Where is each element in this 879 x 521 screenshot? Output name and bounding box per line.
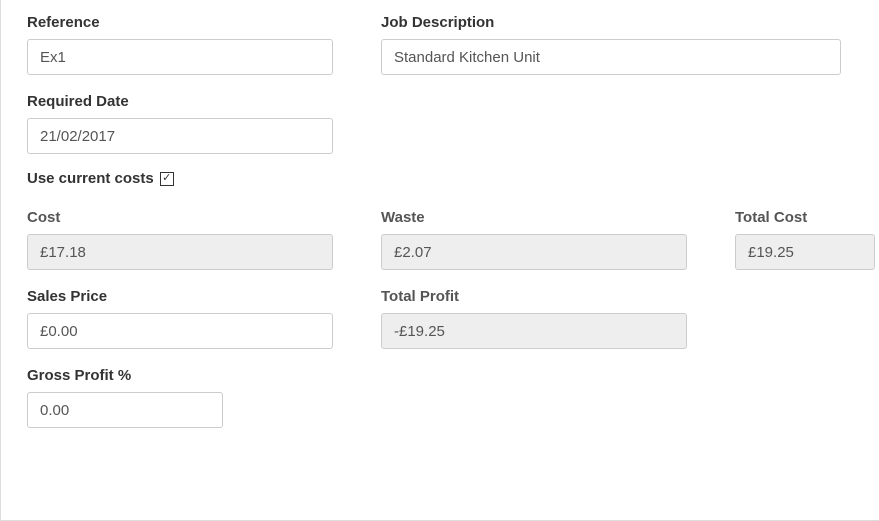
sales-price-group: Sales Price xyxy=(27,288,333,349)
cost-group: Cost xyxy=(27,209,333,270)
cost-input xyxy=(27,234,333,270)
waste-input xyxy=(381,234,687,270)
total-profit-group: Total Profit xyxy=(381,288,687,349)
gross-profit-input[interactable] xyxy=(27,392,223,428)
waste-group: Waste xyxy=(381,209,687,270)
job-description-group: Job Description xyxy=(381,14,879,75)
waste-label: Waste xyxy=(381,209,687,226)
row-salesprice-totalprofit: Sales Price Total Profit xyxy=(27,288,879,349)
reference-input[interactable] xyxy=(27,39,333,75)
row-cost-waste-total: Cost Waste Total Cost xyxy=(27,209,879,270)
reference-group: Reference xyxy=(27,14,333,75)
cost-label: Cost xyxy=(27,209,333,226)
use-current-costs-label: Use current costs xyxy=(27,170,154,187)
reference-label: Reference xyxy=(27,14,333,31)
row-gross-profit: Gross Profit % xyxy=(27,367,879,428)
total-cost-label: Total Cost xyxy=(735,209,875,226)
job-description-label: Job Description xyxy=(381,14,879,31)
total-cost-input xyxy=(735,234,875,270)
total-profit-input xyxy=(381,313,687,349)
row-reference-description: Reference Job Description xyxy=(27,14,879,75)
total-profit-label: Total Profit xyxy=(381,288,687,305)
job-description-input[interactable] xyxy=(381,39,841,75)
form-panel: Reference Job Description Required Date … xyxy=(0,0,879,521)
required-date-group: Required Date xyxy=(27,93,333,154)
gross-profit-label: Gross Profit % xyxy=(27,367,223,384)
required-date-input[interactable] xyxy=(27,118,333,154)
sales-price-label: Sales Price xyxy=(27,288,333,305)
gross-profit-group: Gross Profit % xyxy=(27,367,223,428)
sales-price-input[interactable] xyxy=(27,313,333,349)
total-cost-group: Total Cost xyxy=(735,209,875,270)
required-date-label: Required Date xyxy=(27,93,333,110)
use-current-costs-row: Use current costs ✓ xyxy=(27,170,879,187)
row-required-date: Required Date xyxy=(27,93,879,154)
use-current-costs-checkbox[interactable]: ✓ xyxy=(160,172,174,186)
